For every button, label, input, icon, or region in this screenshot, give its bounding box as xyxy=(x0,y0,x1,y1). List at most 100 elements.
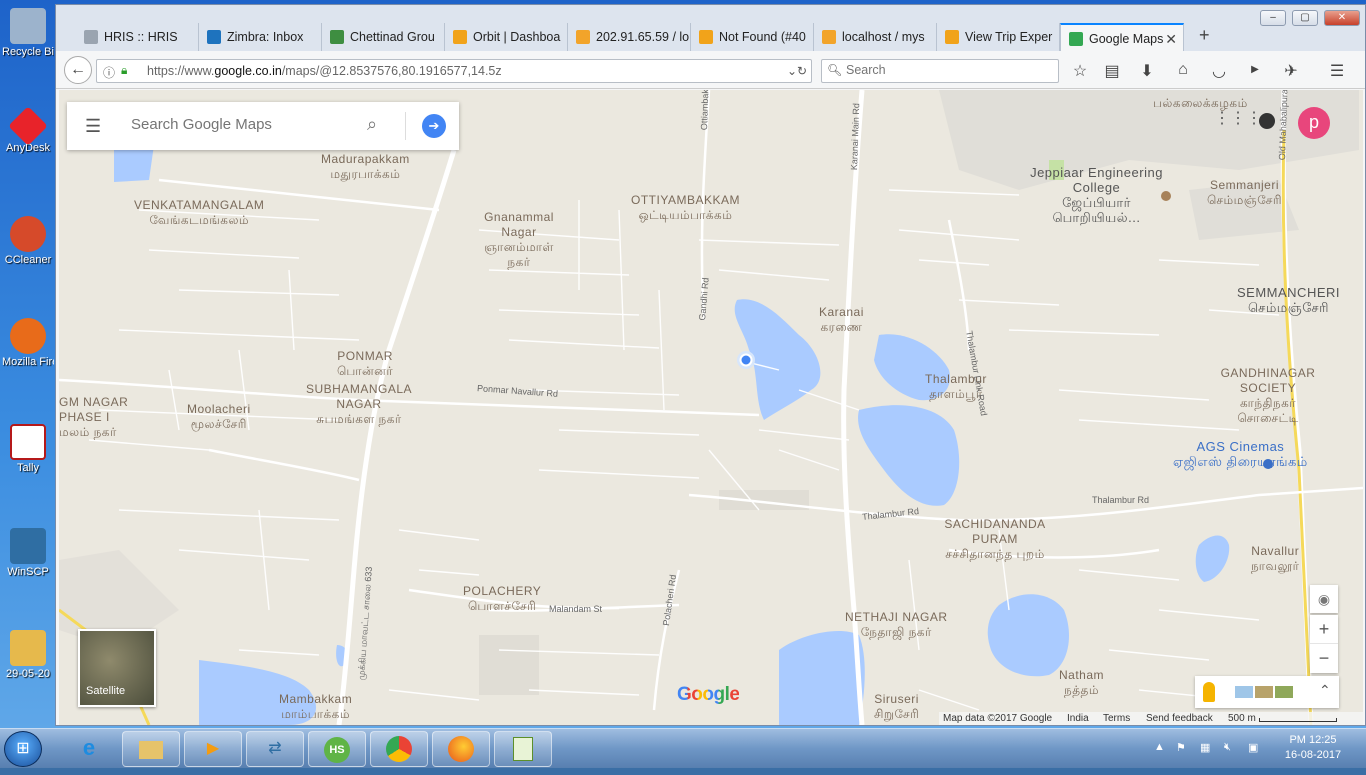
desktop-icon-folder[interactable]: 29-05-20 xyxy=(2,630,54,680)
tab-view-trip[interactable]: View Trip Exper xyxy=(937,23,1060,51)
place-label[interactable]: SEMMANCHERI செம்மஞ்சேரி xyxy=(1237,285,1340,315)
expand-chevron-icon[interactable]: ⌃ xyxy=(1319,682,1331,699)
desktop-icon-winscp[interactable]: WinSCP xyxy=(2,528,54,578)
place-label[interactable]: Karanai கரணை xyxy=(819,305,864,335)
tab-not-found[interactable]: Not Found (#40 xyxy=(691,23,814,51)
tab-chettinad[interactable]: Chettinad Grou xyxy=(322,23,445,51)
info-icon[interactable]: ⓘ xyxy=(103,64,115,81)
directions-icon[interactable]: ➔ xyxy=(422,114,446,138)
clock[interactable]: PM 12:25 16-08-2017 xyxy=(1278,733,1348,763)
chettinad-favicon-icon xyxy=(330,30,344,44)
place-label[interactable]: GM NAGAR PHASE I மலம் நகர் xyxy=(59,395,131,440)
region-link[interactable]: India xyxy=(1067,713,1089,724)
tab-orbit[interactable]: Orbit | Dashboa xyxy=(445,23,568,51)
satellite-toggle[interactable]: Satellite xyxy=(78,629,156,707)
zoom-in-button[interactable]: + xyxy=(1310,615,1338,644)
desktop-icon-firefox[interactable]: Mozilla Firefox xyxy=(2,318,54,368)
search-engine-icon[interactable]: 🔍︎ xyxy=(827,63,842,77)
scale-label[interactable]: 500 m xyxy=(1228,713,1256,724)
place-label[interactable]: VENKATAMANGALAM வேங்கடமங்கலம் xyxy=(134,198,264,228)
home-icon[interactable]: ⌂ xyxy=(1172,61,1194,79)
place-label[interactable]: GANDHINAGAR SOCIETY காந்திநகர் சொசைட்டி xyxy=(1217,366,1319,426)
start-button[interactable]: ⊞ xyxy=(4,731,42,767)
firefox-taskbar-button[interactable] xyxy=(432,731,490,767)
desktop-icon-anydesk[interactable]: AnyDesk xyxy=(2,106,54,154)
bookmark-star-icon[interactable]: ☆ xyxy=(1069,61,1091,81)
close-tab-icon[interactable]: ✕ xyxy=(1165,25,1177,51)
place-label[interactable]: Madurapakkam மதுரபாக்கம் xyxy=(321,152,410,182)
apps-grid-icon[interactable]: ⋮⋮⋮ xyxy=(1214,108,1262,128)
avatar[interactable]: p xyxy=(1298,107,1330,139)
my-location-button[interactable]: ◉ xyxy=(1310,585,1338,613)
place-label[interactable]: POLACHERY பொளச்சேரி xyxy=(463,584,541,614)
place-label-ags-cinemas[interactable]: AGS Cinemas ஏஜிஎஸ் திரையரங்கம் xyxy=(1173,439,1308,469)
place-label[interactable]: NETHAJI NAGAR நேதாஜி நகர் xyxy=(845,610,948,640)
language-icon[interactable]: ▣ xyxy=(1248,741,1258,754)
reading-list-icon[interactable]: ▤ xyxy=(1101,61,1123,81)
place-label[interactable]: SUBHAMANGALA NAGAR சுபமங்கள நகர் xyxy=(294,382,424,427)
hamburger-menu-icon[interactable]: ☰ xyxy=(85,116,101,137)
desktop-icon-recycle-bin[interactable]: Recycle Bin xyxy=(2,8,54,58)
pegman-icon[interactable] xyxy=(1203,682,1215,702)
imagery-thumb-icon[interactable] xyxy=(1235,686,1253,698)
explorer-taskbar-button[interactable] xyxy=(122,731,180,767)
flag-icon[interactable]: ⚑ xyxy=(1176,741,1186,754)
map-canvas[interactable]: Madurapakkam மதுரபாக்கம் VENKATAMANGALAM வ… xyxy=(59,90,1363,725)
terms-link[interactable]: Terms xyxy=(1103,713,1130,724)
tab-localhost[interactable]: localhost / mys xyxy=(814,23,937,51)
my-location-marker[interactable] xyxy=(739,353,753,367)
close-window-button[interactable]: ✕ xyxy=(1324,10,1360,26)
reload-icon[interactable]: ↻ xyxy=(797,64,807,78)
url-bar[interactable]: ⓘ 🔒︎ https://www.google.co.in/maps/@12.8… xyxy=(96,59,812,83)
maximize-button[interactable]: ▢ xyxy=(1292,10,1318,26)
place-label[interactable]: Gnanammal Nagar ஞானம்மாள் நகர் xyxy=(474,210,564,270)
place-label[interactable]: Mambakkam மாம்பாக்கம் xyxy=(279,692,352,722)
notifications-bell-icon[interactable] xyxy=(1259,113,1275,129)
send-feedback-link[interactable]: Send feedback xyxy=(1146,713,1213,724)
place-label[interactable]: Siruseri சிறுசேரி xyxy=(874,692,919,722)
hs-taskbar-button[interactable]: HS xyxy=(308,731,366,767)
zoom-out-button[interactable]: − xyxy=(1310,644,1338,673)
url-text[interactable]: https://www.google.co.in/maps/@12.853757… xyxy=(147,64,502,78)
extension-icon[interactable]: ✈ xyxy=(1280,61,1302,81)
media-player-taskbar-button[interactable]: ▶ xyxy=(184,731,242,767)
place-label[interactable]: Semmanjeri செம்மஞ்சேரி xyxy=(1207,178,1282,208)
place-label[interactable]: Natham நத்தம் xyxy=(1059,668,1104,698)
download-icon[interactable]: ⬇ xyxy=(1136,61,1158,81)
back-button[interactable]: ← xyxy=(64,56,92,84)
pocket-icon[interactable]: ◡ xyxy=(1208,61,1230,81)
internet-explorer-icon[interactable]: e xyxy=(60,731,118,767)
menu-icon[interactable]: ☰ xyxy=(1326,61,1348,81)
show-hidden-icons[interactable]: ▲ xyxy=(1154,741,1165,753)
place-label[interactable]: SACHIDANANDA PURAM சச்சிதானந்த புறம் xyxy=(943,517,1047,562)
imagery-thumb-icon[interactable] xyxy=(1255,686,1273,698)
dropdown-icon[interactable]: ⌄ xyxy=(787,64,797,78)
place-label[interactable]: PONMAR பொன்னர் xyxy=(337,349,393,379)
place-label[interactable]: Moolacheri மூலச்சேரி xyxy=(187,402,251,432)
chrome-taskbar-button[interactable] xyxy=(370,731,428,767)
youtube-icon[interactable]: ▶ xyxy=(1244,64,1266,75)
tab-phpmyadmin-remote[interactable]: 202.91.65.59 / lo xyxy=(568,23,691,51)
browser-search-input[interactable] xyxy=(846,63,1046,77)
place-label[interactable]: Navallur நாவலூர் xyxy=(1251,544,1299,574)
winscp-taskbar-button[interactable]: ⇄ xyxy=(246,731,304,767)
map-search-input[interactable] xyxy=(131,116,351,133)
network-icon[interactable]: ▦ xyxy=(1200,741,1210,754)
tab-google-maps[interactable]: Google Maps ✕ xyxy=(1060,23,1184,51)
recycle-bin-icon xyxy=(10,8,46,44)
place-label[interactable]: OTTIYAMBAKKAM ஒட்டியம்பாக்கம் xyxy=(631,193,740,223)
desktop-icon-ccleaner[interactable]: CCleaner xyxy=(2,216,54,266)
new-tab-button[interactable]: + xyxy=(1199,25,1210,46)
imagery-thumb-icon[interactable] xyxy=(1275,686,1293,698)
hris-favicon-icon xyxy=(84,30,98,44)
notepad-taskbar-button[interactable] xyxy=(494,731,552,767)
tab-hris[interactable]: HRIS :: HRIS xyxy=(76,23,199,51)
search-icon[interactable]: ⌕ xyxy=(367,114,377,135)
minimize-button[interactable]: – xyxy=(1260,10,1286,26)
tally-icon xyxy=(10,424,46,460)
search-bar[interactable]: 🔍︎ xyxy=(821,59,1059,83)
tab-zimbra[interactable]: Zimbra: Inbox xyxy=(199,23,322,51)
desktop-icon-tally[interactable]: Tally xyxy=(2,424,54,474)
volume-icon[interactable]: 🔇︎ xyxy=(1224,741,1231,754)
place-label-jeppiaar[interactable]: Jeppiaar Engineering College ஜேப்பியார் ப… xyxy=(1029,165,1164,225)
